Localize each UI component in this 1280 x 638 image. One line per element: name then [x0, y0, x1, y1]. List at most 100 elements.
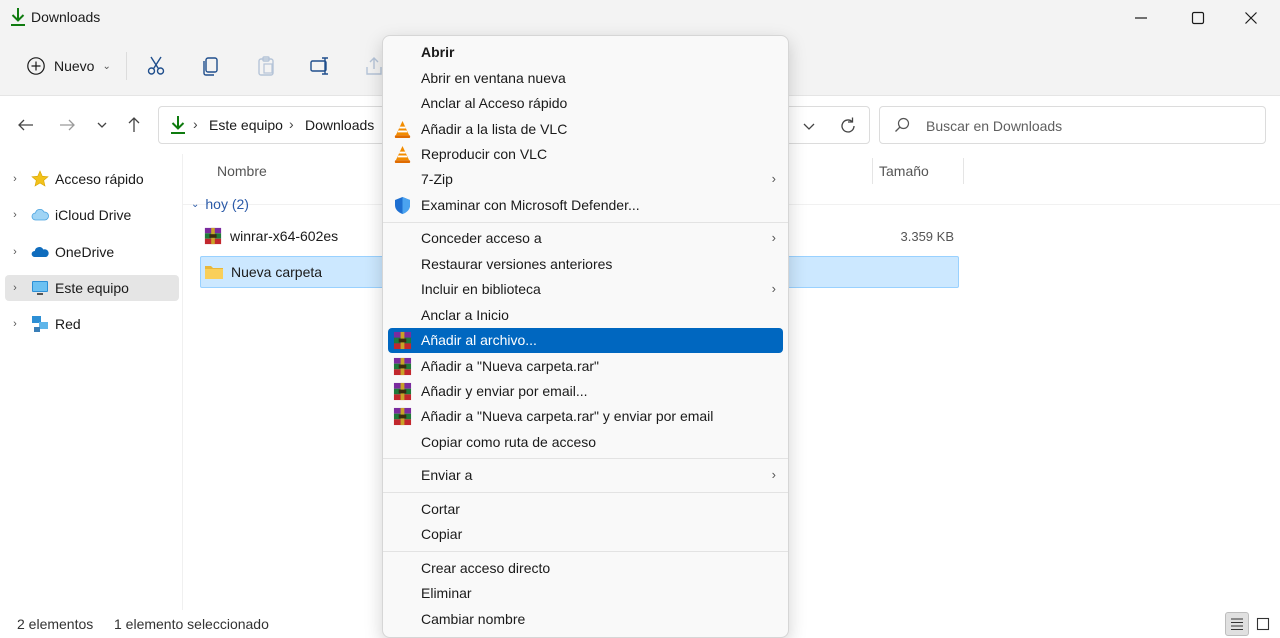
- arrow-up-icon: [128, 117, 140, 132]
- forward-button[interactable]: [53, 111, 81, 139]
- menu-item-anadir-archivo[interactable]: Añadir al archivo...: [388, 328, 783, 353]
- up-button[interactable]: [120, 111, 148, 139]
- menu-item-anclar-acceso-rapido[interactable]: Anclar al Acceso rápido: [388, 91, 783, 116]
- minimize-icon: [1135, 17, 1147, 19]
- sidebar-item-label: Acceso rápido: [55, 171, 144, 187]
- menu-item-reproducir-vlc[interactable]: Reproducir con VLC: [388, 142, 783, 167]
- menu-item-label: 7-Zip: [421, 171, 453, 187]
- menu-item-abrir[interactable]: Abrir: [388, 40, 783, 65]
- menu-item-copiar-ruta[interactable]: Copiar como ruta de acceso: [388, 430, 783, 455]
- menu-item-label: Restaurar versiones anteriores: [421, 256, 613, 272]
- sidebar-item-label: Red: [55, 316, 81, 332]
- sidebar-item-onedrive[interactable]: › OneDrive: [5, 239, 179, 265]
- close-button[interactable]: [1228, 0, 1274, 36]
- column-divider: [872, 158, 873, 184]
- menu-item-label: Anclar a Inicio: [421, 307, 509, 323]
- download-icon: [169, 115, 187, 135]
- menu-item-cambiar-nombre[interactable]: Cambiar nombre: [388, 607, 783, 632]
- chevron-down-icon[interactable]: [799, 116, 819, 136]
- menu-item-anadir-rar-enviar-email[interactable]: Añadir a "Nueva carpeta.rar" y enviar po…: [388, 404, 783, 429]
- menu-item-label: Copiar como ruta de acceso: [421, 434, 597, 450]
- menu-item-conceder-acceso[interactable]: Conceder acceso a ›: [388, 226, 783, 251]
- menu-item-label: Incluir en biblioteca: [421, 281, 541, 297]
- group-label: hoy (2): [205, 196, 249, 212]
- sidebar-item-label: iCloud Drive: [55, 207, 132, 223]
- back-button[interactable]: [12, 111, 40, 139]
- sidebar-item-icloud-drive[interactable]: › iCloud Drive: [5, 202, 179, 228]
- menu-item-label: Conceder acceso a: [421, 230, 542, 246]
- menu-item-anadir-vlc[interactable]: Añadir a la lista de VLC: [388, 117, 783, 142]
- sidebar-item-acceso-rapido[interactable]: › Acceso rápido: [5, 166, 179, 192]
- menu-separator: [383, 492, 788, 493]
- menu-item-label: Añadir a la lista de VLC: [421, 121, 568, 137]
- menu-item-label: Añadir al archivo...: [421, 332, 537, 348]
- maximize-button[interactable]: [1175, 0, 1221, 36]
- minimize-button[interactable]: [1118, 0, 1164, 36]
- sidebar-item-este-equipo[interactable]: › Este equipo: [5, 275, 179, 301]
- chevron-down-icon: [97, 122, 107, 128]
- file-size: 3.359 KB: [900, 228, 955, 244]
- maximize-icon: [1191, 11, 1205, 25]
- defender-shield-icon: [395, 197, 410, 214]
- menu-item-label: Examinar con Microsoft Defender...: [421, 197, 640, 213]
- details-view-icon: [1231, 618, 1243, 631]
- refresh-icon[interactable]: [837, 115, 859, 137]
- computer-icon: [29, 279, 51, 297]
- sidebar-item-red[interactable]: › Red: [5, 311, 179, 337]
- submenu-arrow-icon: ›: [771, 281, 776, 296]
- menu-item-label: Abrir: [421, 44, 455, 60]
- group-header-hoy[interactable]: ⌄ hoy (2): [191, 196, 249, 212]
- menu-item-enviar-a[interactable]: Enviar a ›: [388, 463, 783, 488]
- menu-item-abrir-ventana-nueva[interactable]: Abrir en ventana nueva: [388, 66, 783, 91]
- copy-button[interactable]: [194, 50, 228, 82]
- menu-item-cortar[interactable]: Cortar: [388, 497, 783, 522]
- item-count: 2 elementos: [17, 616, 94, 632]
- paste-icon: [258, 56, 274, 76]
- network-icon: [29, 315, 51, 333]
- menu-item-incluir-biblioteca[interactable]: Incluir en biblioteca ›: [388, 277, 783, 302]
- menu-item-label: Eliminar: [421, 585, 472, 601]
- menu-item-label: Crear acceso directo: [421, 560, 551, 576]
- column-header-name[interactable]: Nombre: [217, 163, 267, 179]
- chevron-right-icon[interactable]: ›: [5, 246, 25, 258]
- submenu-arrow-icon: ›: [771, 230, 776, 245]
- chevron-right-icon[interactable]: ›: [5, 209, 25, 221]
- menu-item-eliminar[interactable]: Eliminar: [388, 581, 783, 606]
- cut-icon: [147, 56, 165, 75]
- menu-separator: [383, 458, 788, 459]
- search-box[interactable]: [879, 106, 1266, 144]
- context-menu: Abrir Abrir en ventana nueva Anclar al A…: [382, 35, 789, 638]
- new-button[interactable]: Nuevo ⌄: [18, 50, 119, 82]
- menu-item-copiar[interactable]: Copiar: [388, 522, 783, 547]
- toolbar-divider: [126, 52, 127, 80]
- breadcrumb-este-equipo[interactable]: Este equipo: [209, 117, 283, 133]
- chevron-right-icon[interactable]: ›: [5, 173, 25, 185]
- menu-item-anadir-enviar-email[interactable]: Añadir y enviar por email...: [388, 379, 783, 404]
- tiles-view-button[interactable]: [1251, 612, 1275, 636]
- window-title: Downloads: [31, 9, 101, 25]
- menu-item-label: Añadir a "Nueva carpeta.rar" y enviar po…: [421, 408, 714, 424]
- onedrive-icon: [29, 243, 51, 261]
- cut-button[interactable]: [139, 50, 173, 82]
- menu-item-label: Enviar a: [421, 467, 473, 483]
- rename-icon: [310, 57, 328, 75]
- chevron-right-icon[interactable]: ›: [5, 282, 25, 294]
- breadcrumb-downloads[interactable]: Downloads: [305, 117, 374, 133]
- menu-item-crear-acceso-directo[interactable]: Crear acceso directo: [388, 556, 783, 581]
- chevron-right-icon[interactable]: ›: [5, 318, 25, 330]
- menu-item-defender[interactable]: Examinar con Microsoft Defender...: [388, 193, 783, 218]
- arrow-right-icon: [60, 119, 75, 131]
- details-view-button[interactable]: [1225, 612, 1249, 636]
- menu-item-7zip[interactable]: 7-Zip ›: [388, 167, 783, 192]
- menu-item-restaurar-versiones[interactable]: Restaurar versiones anteriores: [388, 252, 783, 277]
- column-header-size[interactable]: Tamaño: [879, 163, 929, 179]
- rename-button[interactable]: [303, 50, 337, 82]
- column-divider: [963, 158, 964, 184]
- search-input[interactable]: [926, 115, 1246, 137]
- winrar-icon: [393, 382, 412, 401]
- recent-locations-button[interactable]: [88, 111, 116, 139]
- menu-item-anclar-inicio[interactable]: Anclar a Inicio: [388, 303, 783, 328]
- vlc-icon: [393, 145, 412, 164]
- paste-button[interactable]: [249, 50, 283, 82]
- menu-item-anadir-rar[interactable]: Añadir a "Nueva carpeta.rar": [388, 354, 783, 379]
